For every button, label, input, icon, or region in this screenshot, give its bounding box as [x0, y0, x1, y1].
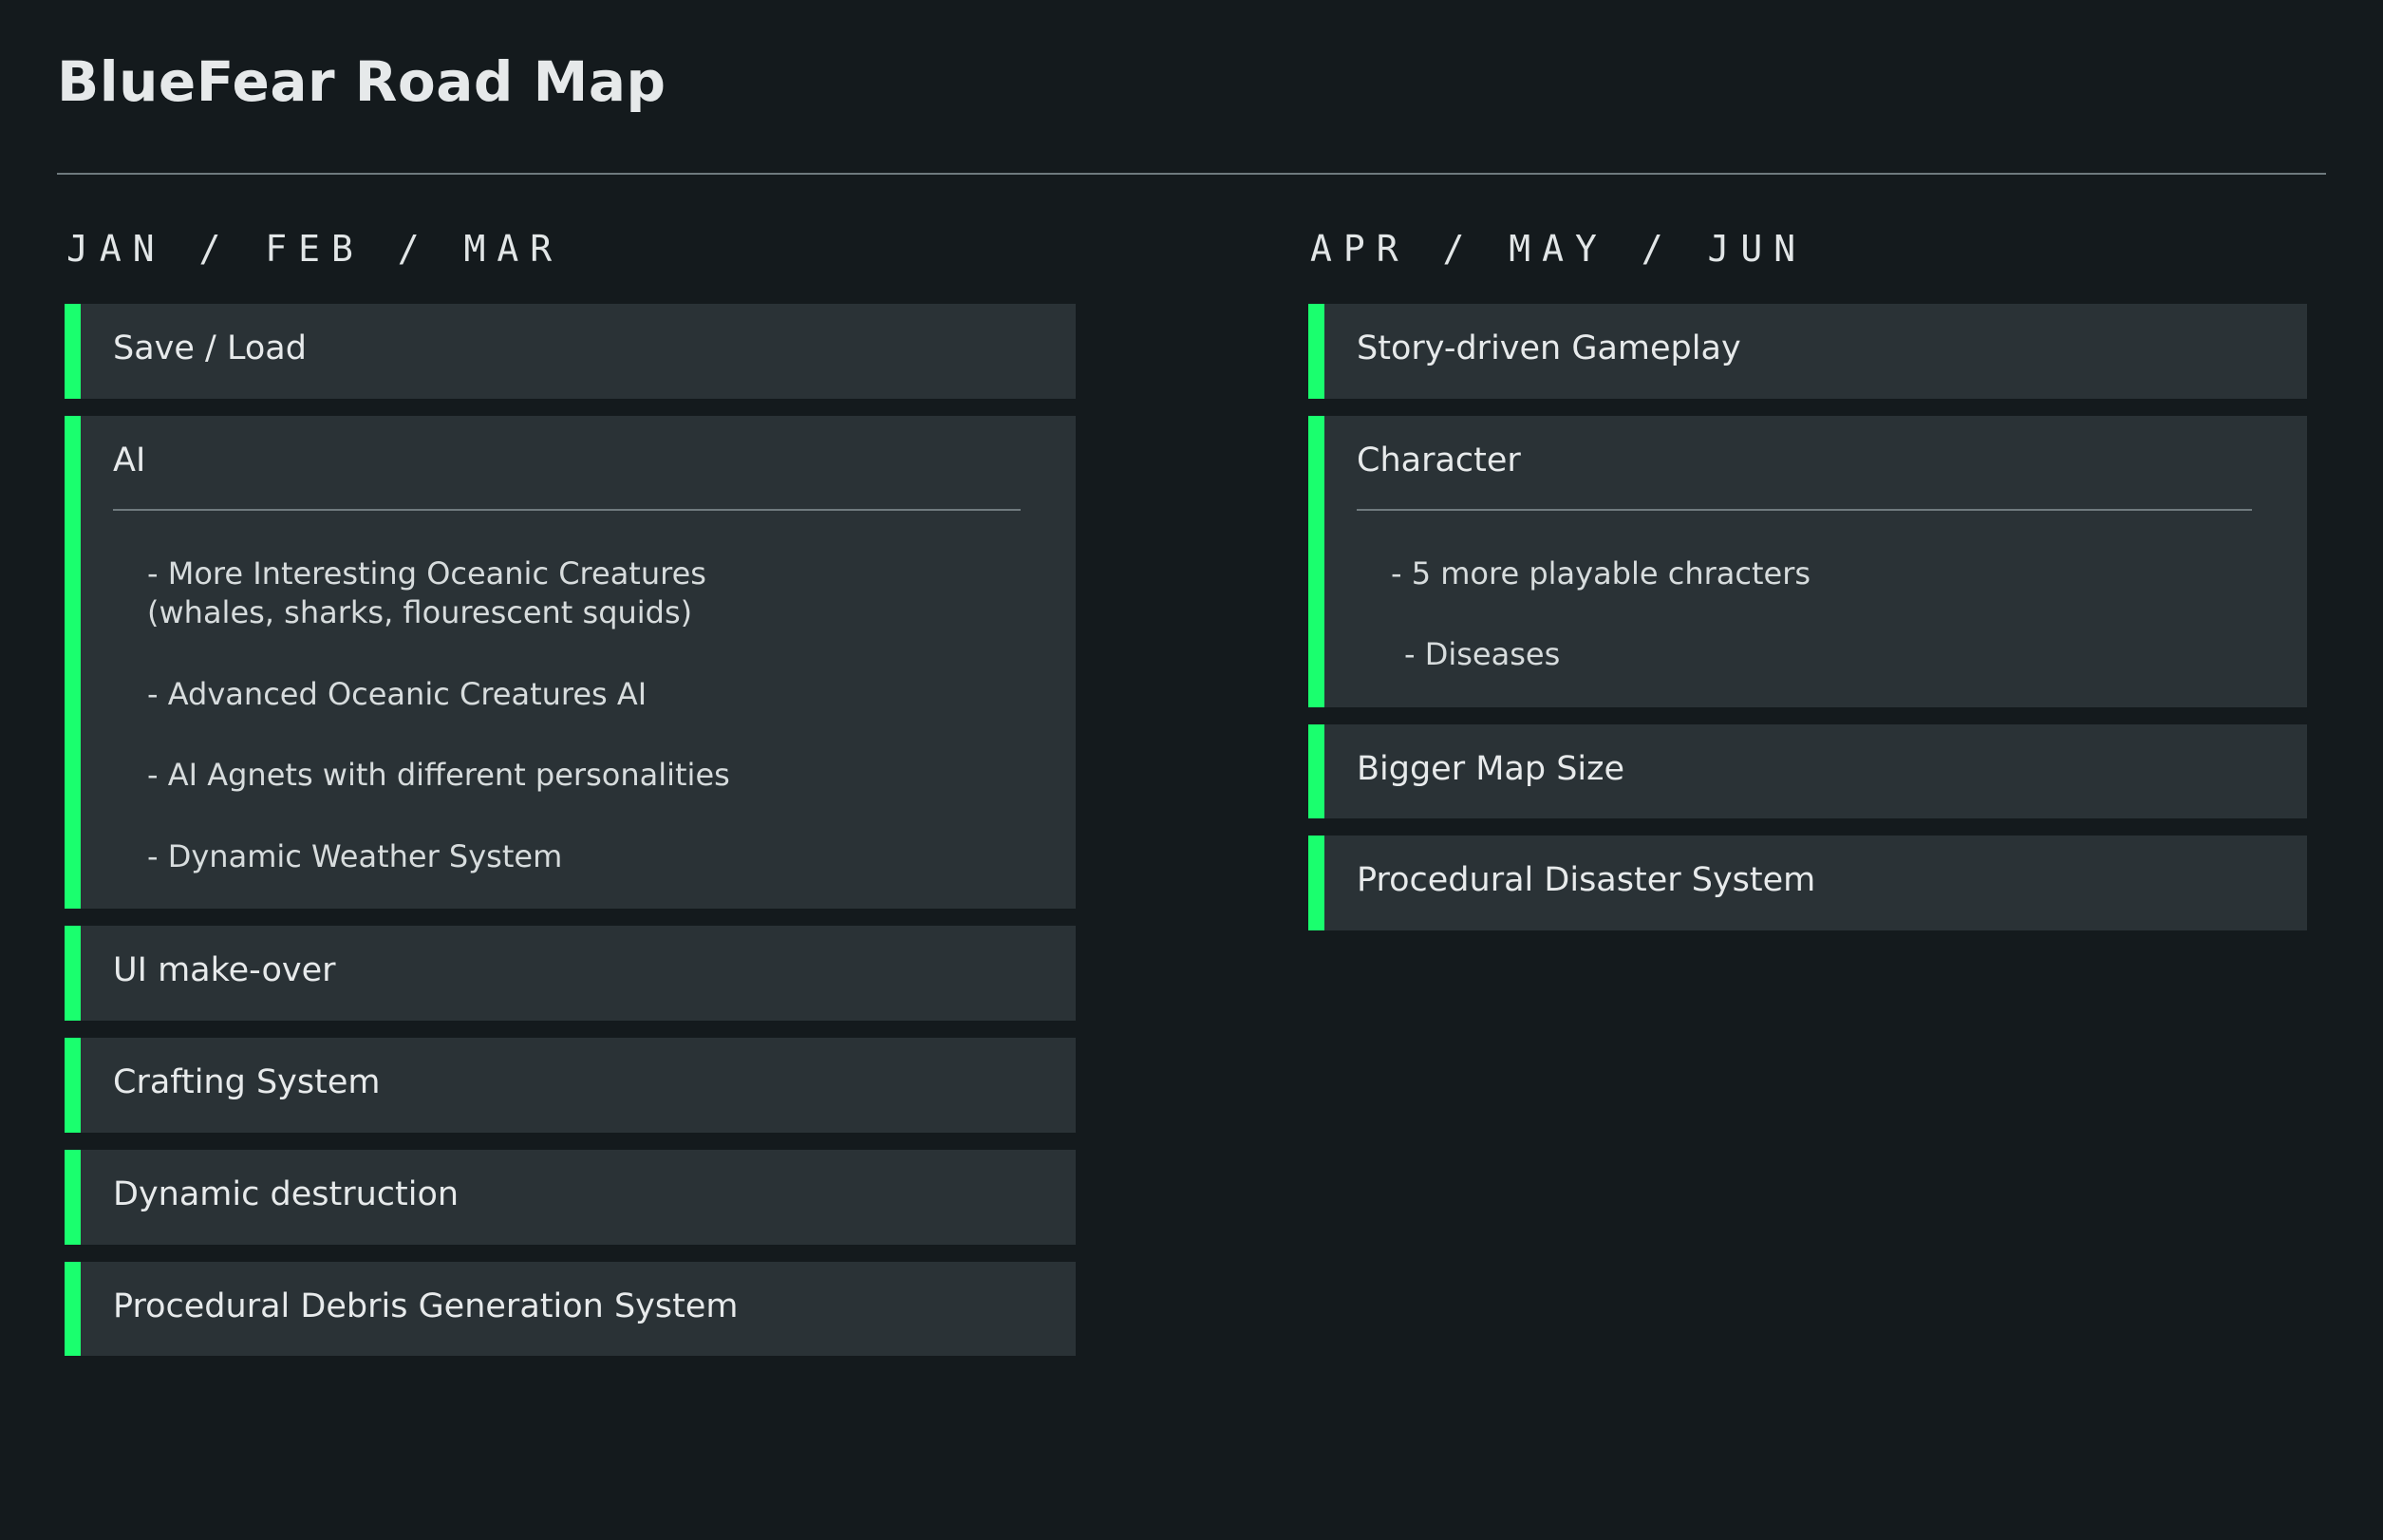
list-item: - More Interesting Oceanic Creatures (wh…	[147, 554, 706, 631]
roadmap-card-ui-make-over[interactable]: UI make-over	[65, 926, 1076, 1022]
card-title: Character	[1357, 441, 1521, 479]
roadmap-card-crafting-system[interactable]: Crafting System	[65, 1038, 1076, 1133]
list-item: - Dynamic Weather System	[147, 837, 563, 874]
title-divider	[57, 173, 2326, 175]
roadmap-card-character[interactable]: Character - 5 more playable chracters - …	[1308, 415, 2307, 707]
card-sub-list: - 5 more playable chracters - Diseases	[1357, 554, 2275, 675]
roadmap-card-dynamic-destruction[interactable]: Dynamic destruction	[65, 1149, 1076, 1245]
card-title: Bigger Map Size	[1357, 749, 1625, 788]
card-title: AI	[113, 441, 146, 479]
card-title: Save / Load	[113, 329, 307, 367]
roadmap-card-bigger-map-size[interactable]: Bigger Map Size	[1308, 723, 2307, 819]
list-item: - 5 more playable chracters	[1391, 554, 1811, 592]
card-title: Procedural Debris Generation System	[113, 1286, 739, 1325]
card-title: Dynamic destruction	[113, 1174, 460, 1213]
quarter-column-q1: JAN / FEB / MAR Save / Load AI - More In…	[65, 228, 1076, 1373]
roadmap-card-ai[interactable]: AI - More Interesting Oceanic Creatures …	[65, 415, 1076, 910]
roadmap-card-save-load[interactable]: Save / Load	[65, 304, 1076, 399]
roadmap-card-procedural-disaster-system[interactable]: Procedural Disaster System	[1308, 836, 2307, 931]
card-title: Procedural Disaster System	[1357, 861, 1816, 900]
quarter-column-q2: APR / MAY / JUN Story-driven Gameplay Ch…	[1308, 228, 2307, 948]
card-divider	[1357, 508, 2252, 511]
card-title: Story-driven Gameplay	[1357, 329, 1741, 367]
list-item: - AI Agnets with different personalities	[147, 757, 730, 794]
page-title: BlueFear Road Map	[57, 49, 666, 114]
roadmap-card-procedural-debris-generation-system[interactable]: Procedural Debris Generation System	[65, 1261, 1076, 1357]
card-title: UI make-over	[113, 951, 336, 990]
list-item: - Diseases	[1404, 636, 1561, 673]
list-item: - Advanced Oceanic Creatures AI	[147, 675, 647, 712]
roadmap-page: BlueFear Road Map JAN / FEB / MAR Save /…	[0, 0, 2383, 1540]
quarter-heading-q1: JAN / FEB / MAR	[66, 228, 564, 270]
card-title: Crafting System	[113, 1063, 381, 1102]
card-divider	[113, 508, 1021, 511]
card-sub-list: - More Interesting Oceanic Creatures (wh…	[113, 554, 1043, 877]
roadmap-card-story-driven-gameplay[interactable]: Story-driven Gameplay	[1308, 304, 2307, 399]
quarter-heading-q2: APR / MAY / JUN	[1310, 228, 1808, 270]
